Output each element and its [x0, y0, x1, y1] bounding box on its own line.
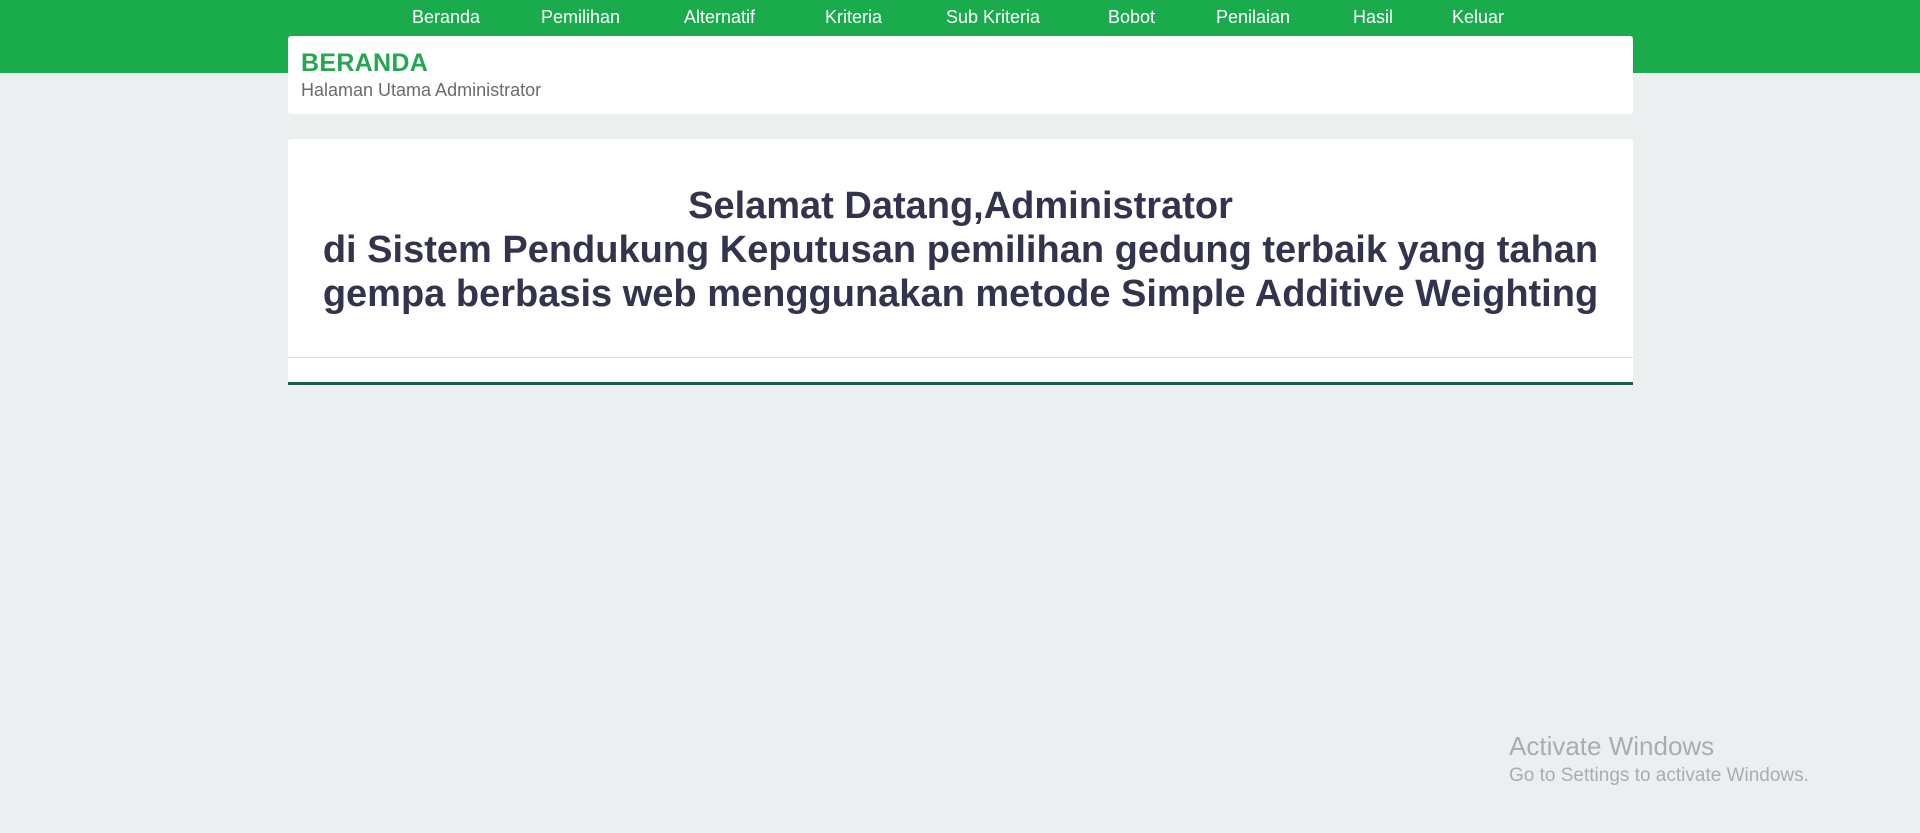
- card-footer-divider: [288, 357, 1633, 358]
- watermark-title: Activate Windows: [1509, 731, 1715, 761]
- welcome-card: Selamat Datang,Administrator di Sistem P…: [288, 139, 1633, 385]
- nav-item-hasil[interactable]: Hasil: [1353, 7, 1393, 27]
- welcome-message: Selamat Datang,Administrator di Sistem P…: [288, 184, 1633, 316]
- watermark-subtitle: Go to Settings to activate Windows.: [1509, 765, 1809, 786]
- nav-item-penilaian[interactable]: Penilaian: [1216, 7, 1290, 27]
- nav-item-bobot[interactable]: Bobot: [1108, 7, 1155, 27]
- main-navigation: Beranda Pemilihan Alternatif Kriteria Su…: [0, 0, 1920, 34]
- windows-activation-watermark: Activate Windows Go to Settings to activ…: [1509, 730, 1809, 788]
- page-subtitle: Halaman Utama Administrator: [301, 80, 542, 100]
- page-title: BERANDA: [301, 49, 429, 77]
- nav-item-beranda[interactable]: Beranda: [412, 7, 480, 27]
- nav-item-sub-kriteria[interactable]: Sub Kriteria: [946, 7, 1040, 27]
- nav-item-alternatif[interactable]: Alternatif: [684, 7, 755, 27]
- nav-item-keluar[interactable]: Keluar: [1452, 7, 1504, 27]
- nav-item-pemilihan[interactable]: Pemilihan: [541, 7, 620, 27]
- page-header-card: BERANDA Halaman Utama Administrator: [288, 36, 1633, 114]
- welcome-system-description-line-1: di Sistem Pendukung Keputusan pemilihan …: [322, 229, 1599, 271]
- welcome-system-description-line-2: gempa berbasis web menggunakan metode Si…: [322, 273, 1599, 315]
- nav-item-kriteria[interactable]: Kriteria: [825, 7, 882, 27]
- welcome-greeting: Selamat Datang,Administrator: [688, 185, 1233, 227]
